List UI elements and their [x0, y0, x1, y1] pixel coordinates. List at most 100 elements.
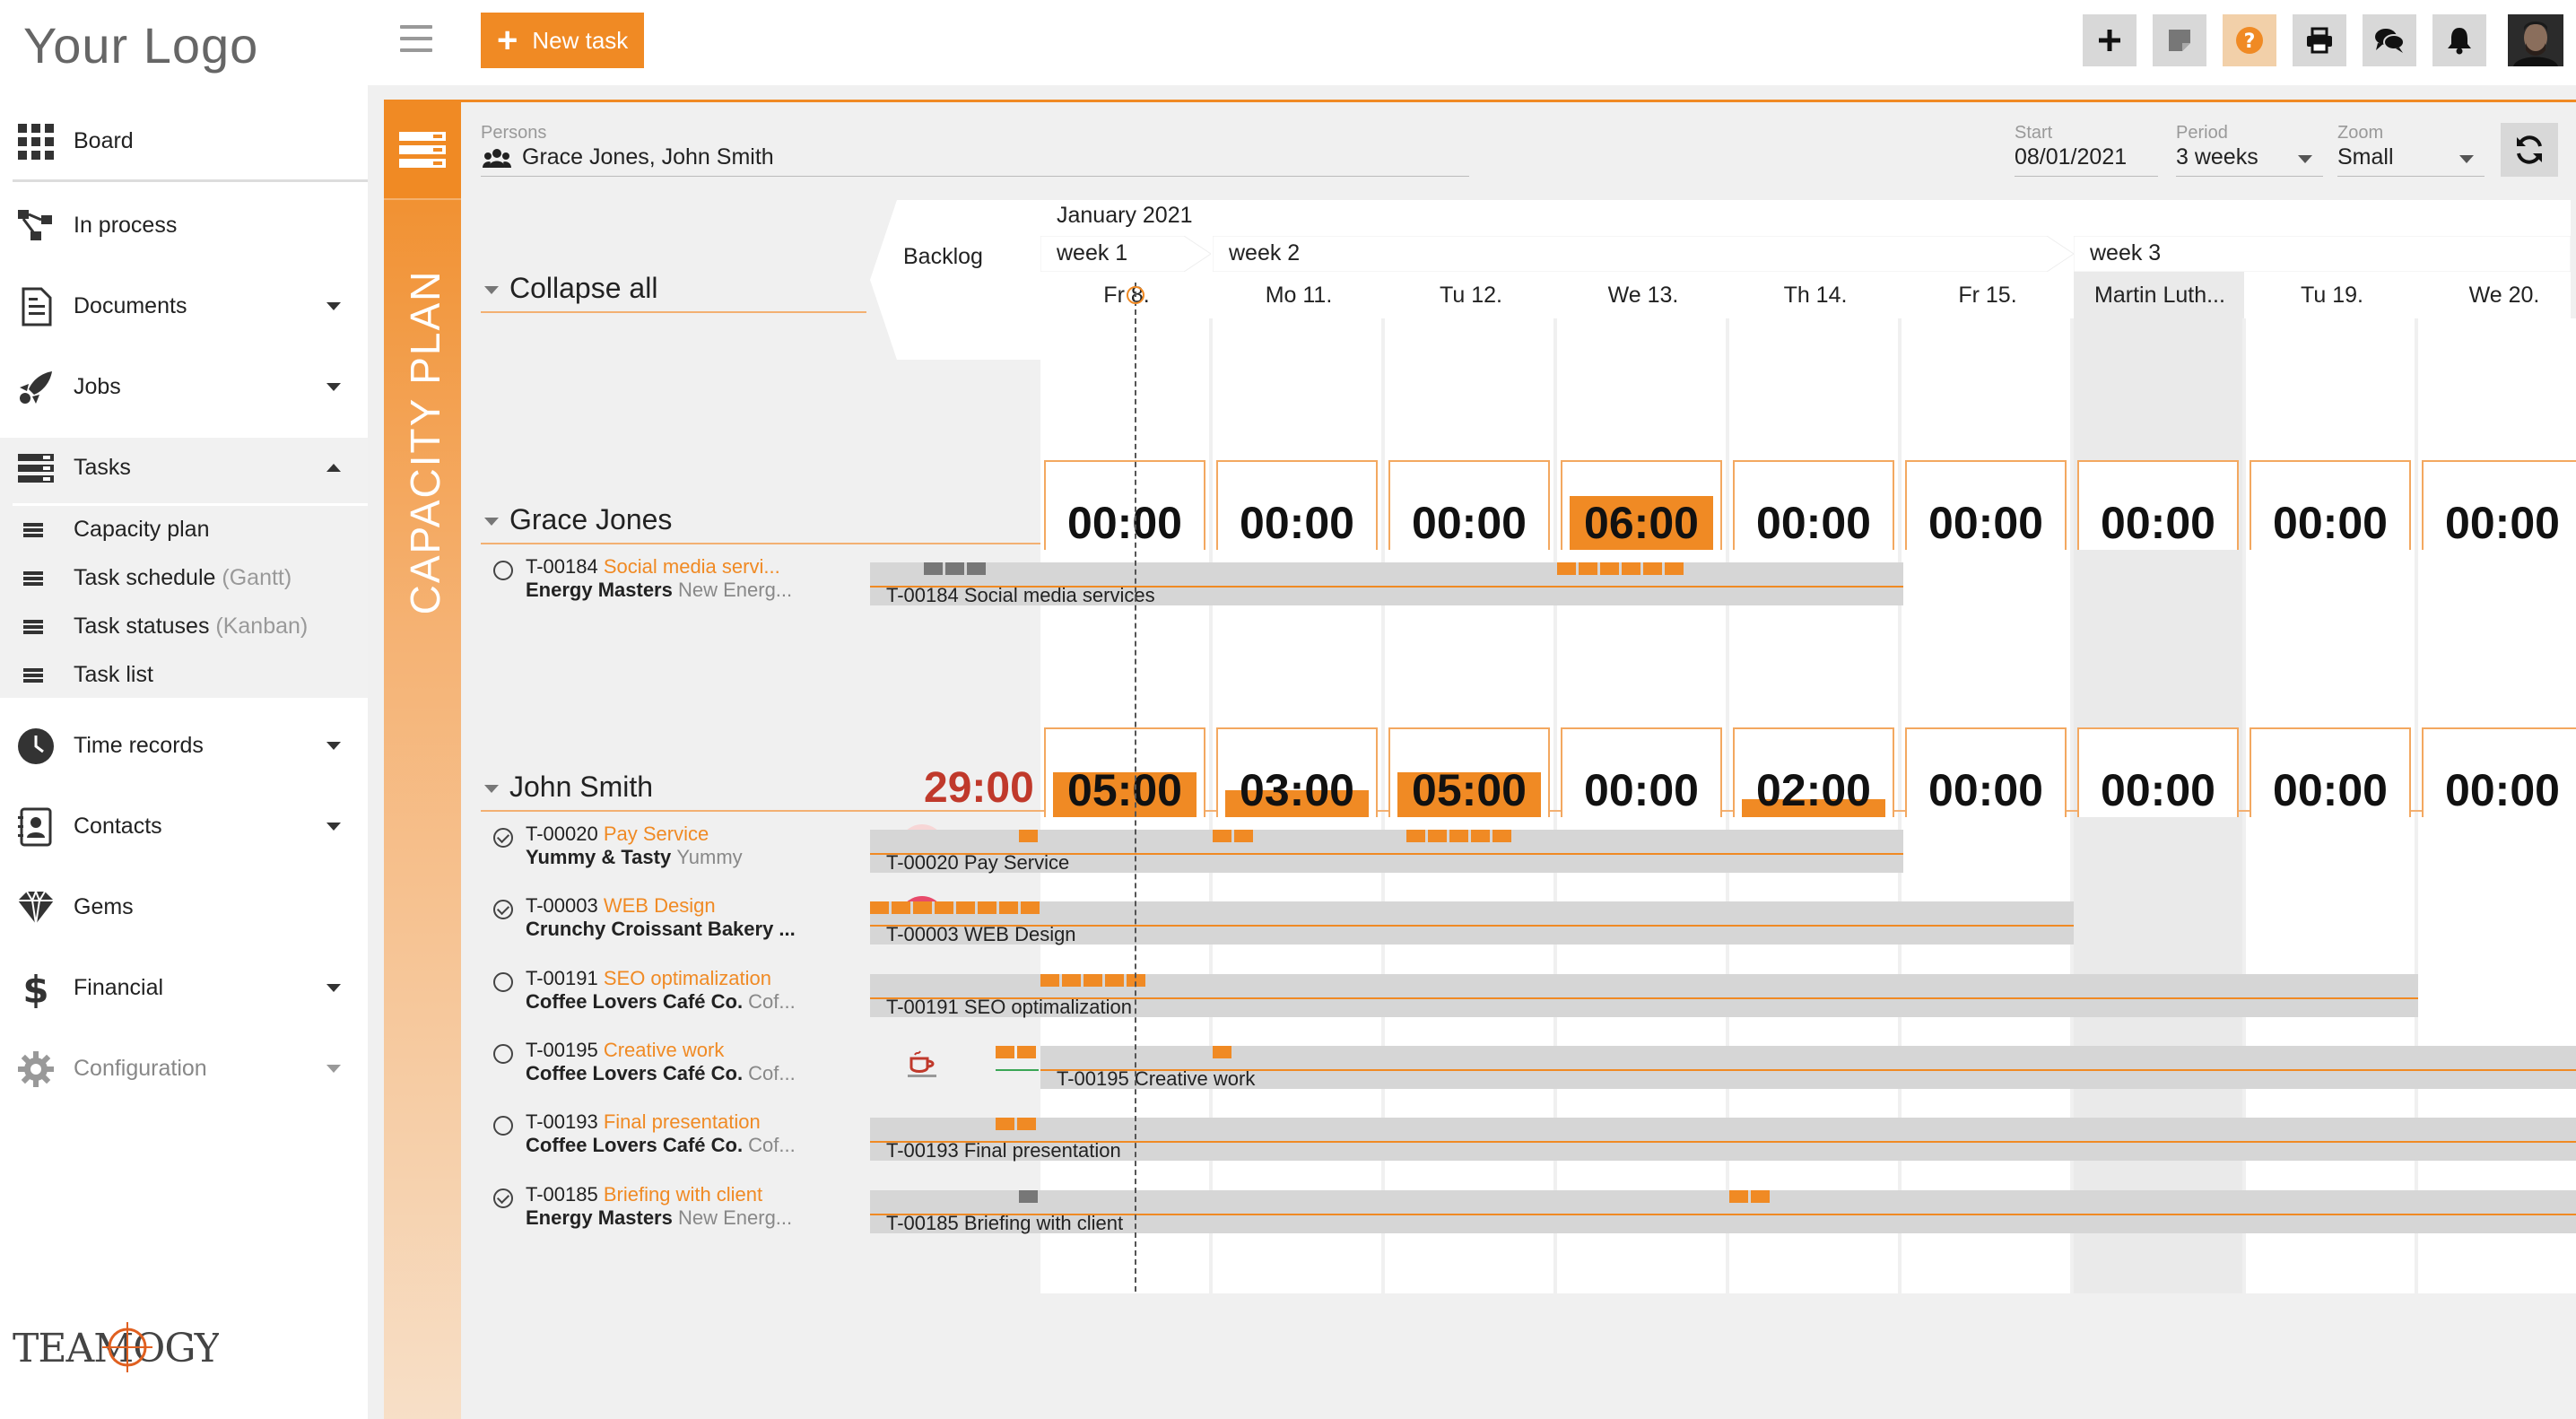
capacity-cell[interactable]: 00:00 [1905, 460, 2067, 550]
collapse-all-button[interactable]: Collapse all [484, 272, 657, 305]
chat-button[interactable] [2363, 14, 2416, 66]
notifications-button[interactable] [2432, 14, 2486, 66]
status-done-icon[interactable] [493, 1188, 513, 1208]
status-open-icon[interactable] [493, 1044, 513, 1064]
planned-hours-block[interactable] [1428, 830, 1447, 842]
planned-hours-block[interactable] [996, 1118, 1014, 1130]
print-button[interactable] [2293, 14, 2346, 66]
task-bar[interactable]: T-00185 Briefing with client [870, 1190, 2576, 1234]
planned-hours-block[interactable] [1449, 830, 1468, 842]
planned-hours-block[interactable] [1557, 562, 1576, 575]
add-button[interactable] [2083, 14, 2137, 66]
capacity-cell[interactable]: 03:00 [1216, 727, 1378, 817]
sidebar-item-financial[interactable]: $ Financial [0, 949, 368, 1026]
planned-hours-block[interactable] [1579, 562, 1597, 575]
planned-hours-block[interactable] [945, 562, 964, 575]
help-button[interactable]: ? [2223, 14, 2276, 66]
planned-hours-block[interactable] [1665, 562, 1684, 575]
task-bar[interactable]: T-00193 Final presentation [870, 1118, 2576, 1162]
planned-hours-block[interactable] [1017, 1118, 1036, 1130]
status-done-icon[interactable] [493, 828, 513, 848]
planned-hours-block[interactable] [1213, 830, 1231, 842]
task-name-link[interactable]: WEB Design [604, 894, 716, 917]
task-name-link[interactable]: SEO optimalization [604, 967, 771, 989]
task-bar[interactable]: T-00184 Social media services [870, 562, 1903, 606]
capacity-cell[interactable]: 05:00 [1388, 727, 1550, 817]
task-name-link[interactable]: Briefing with client [604, 1183, 762, 1206]
sidebar-item-configuration[interactable]: Configuration [0, 1030, 368, 1107]
planned-hours-block[interactable] [1471, 830, 1490, 842]
sidebar-subitem-task-list[interactable]: Task list [0, 651, 368, 700]
capacity-cell[interactable]: 00:00 [2077, 460, 2239, 550]
status-open-icon[interactable] [493, 972, 513, 992]
planned-hours-block[interactable] [924, 562, 943, 575]
capacity-cell[interactable]: 06:00 [1561, 460, 1722, 550]
capacity-cell[interactable]: 00:00 [1388, 460, 1550, 550]
capacity-cell[interactable]: 00:00 [1216, 460, 1378, 550]
status-done-icon[interactable] [493, 900, 513, 919]
planned-hours-block[interactable] [967, 562, 986, 575]
task-name-link[interactable]: Social media servi... [604, 555, 780, 578]
planned-hours-block[interactable] [1622, 562, 1640, 575]
status-open-icon[interactable] [493, 561, 513, 580]
task-bar[interactable]: T-00003 WEB Design [870, 901, 2074, 945]
sidebar-item-board[interactable]: Board [0, 102, 368, 179]
capacity-cell[interactable]: 00:00 [1733, 460, 1894, 550]
task-row[interactable]: T-00185 Briefing with client Energy Maste… [484, 1180, 945, 1237]
planned-hours-block[interactable] [1751, 1190, 1770, 1203]
capacity-cell[interactable]: 00:00 [2422, 460, 2576, 550]
task-name-link[interactable]: Pay Service [604, 823, 709, 845]
task-row[interactable]: T-00193 Final presentation Coffee Lovers … [484, 1107, 936, 1164]
sidebar-item-gems[interactable]: Gems [0, 868, 368, 945]
sidebar-item-documents[interactable]: Documents [0, 267, 368, 344]
planned-hours-block[interactable] [935, 901, 953, 914]
planned-hours-block[interactable] [1019, 830, 1038, 842]
capacity-cell[interactable]: 00:00 [1044, 460, 1205, 550]
notes-button[interactable] [2153, 14, 2206, 66]
capacity-cell[interactable]: 00:00 [2077, 727, 2239, 817]
group-toggle[interactable]: Grace Jones [484, 503, 672, 536]
task-bar[interactable]: T-00195 Creative work [1040, 1046, 2576, 1090]
new-task-button[interactable]: + New task [481, 13, 644, 68]
planned-hours-block[interactable] [999, 901, 1018, 914]
task-row[interactable]: T-00003 WEB Design Crunchy Croissant Bake… [484, 891, 945, 948]
planned-hours-block[interactable] [996, 1046, 1014, 1058]
sidebar-subitem-capacity-plan[interactable]: Capacity plan [0, 506, 368, 554]
planned-hours-block[interactable] [1234, 830, 1253, 842]
task-row[interactable]: T-00195 Creative work Coffee Lovers Café … [484, 1035, 936, 1093]
user-avatar[interactable] [2508, 14, 2563, 66]
capacity-cell[interactable]: 00:00 [1561, 727, 1722, 817]
planned-hours-block[interactable] [1040, 974, 1059, 987]
planned-hours-block[interactable] [1017, 1046, 1036, 1058]
planned-hours-block[interactable] [1493, 830, 1511, 842]
planned-hours-block[interactable] [1021, 901, 1040, 914]
capacity-cell[interactable]: 05:00 [1044, 727, 1205, 817]
task-row[interactable]: T-00020 Pay Service Yummy & Tasty Yummy [484, 819, 945, 876]
capacity-cell[interactable]: 02:00 [1733, 727, 1894, 817]
task-name-link[interactable]: Final presentation [604, 1110, 761, 1133]
planned-hours-block[interactable] [1729, 1190, 1748, 1203]
sidebar-subitem-task-statuses[interactable]: Task statuses (Kanban) [0, 603, 368, 651]
sidebar-subitem-task-schedule[interactable]: Task schedule (Gantt) [0, 554, 368, 603]
sidebar-item-tasks[interactable]: Tasks [0, 429, 368, 506]
menu-icon[interactable] [400, 25, 432, 52]
capacity-cell[interactable]: 00:00 [2422, 727, 2576, 817]
planned-hours-block[interactable] [892, 901, 910, 914]
task-row[interactable]: T-00191 SEO optimalization Coffee Lovers … [484, 963, 936, 1021]
planned-hours-block[interactable] [913, 901, 932, 914]
planned-hours-block[interactable] [978, 901, 996, 914]
status-open-icon[interactable] [493, 1116, 513, 1136]
planned-hours-block[interactable] [870, 901, 889, 914]
planned-hours-block[interactable] [1105, 974, 1124, 987]
capacity-cell[interactable]: 00:00 [1905, 727, 2067, 817]
sidebar-item-contacts[interactable]: Contacts [0, 788, 368, 865]
group-toggle[interactable]: John Smith [484, 770, 653, 804]
planned-hours-block[interactable] [1019, 1190, 1038, 1203]
planned-hours-block[interactable] [1083, 974, 1102, 987]
sidebar-item-in-process[interactable]: In process [0, 187, 368, 264]
capacity-cell[interactable]: 00:00 [2250, 460, 2411, 550]
planned-hours-block[interactable] [1062, 974, 1081, 987]
planned-hours-block[interactable] [1600, 562, 1619, 575]
planned-hours-block[interactable] [1213, 1046, 1231, 1058]
planned-hours-block[interactable] [1643, 562, 1662, 575]
